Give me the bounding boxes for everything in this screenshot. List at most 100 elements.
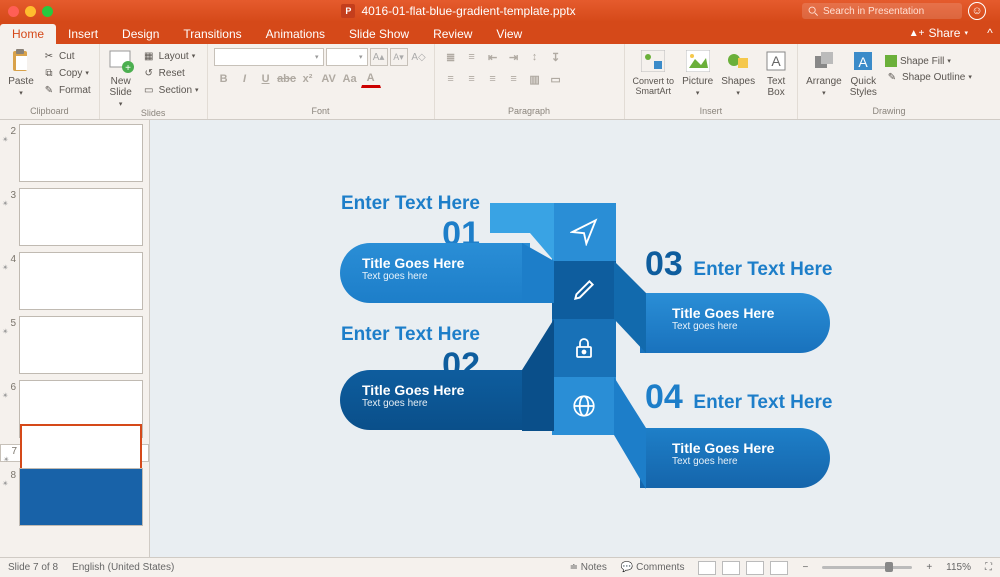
plane-icon	[552, 203, 616, 261]
tab-animations[interactable]: Animations	[254, 24, 337, 44]
group-label: Paragraph	[435, 106, 624, 119]
ribbon: Paste▾ ✂Cut ⧉Copy▾ ✎Format Clipboard + N…	[0, 44, 1000, 120]
strike-button[interactable]: abc	[277, 70, 297, 88]
window-controls[interactable]	[0, 6, 61, 17]
bold-button[interactable]: B	[214, 70, 234, 88]
svg-text:A: A	[771, 53, 781, 69]
decrease-font-button[interactable]: A▾	[390, 48, 408, 66]
language-label[interactable]: English (United States)	[72, 562, 174, 573]
comments-button[interactable]: 💬 Comments	[621, 562, 685, 573]
font-size-select[interactable]: ▾	[326, 48, 368, 66]
numbering-button[interactable]: ≡	[462, 48, 482, 66]
thumbnail-4[interactable]: 4✴	[0, 252, 149, 310]
tab-design[interactable]: Design	[110, 24, 171, 44]
group-clipboard: Paste▾ ✂Cut ⧉Copy▾ ✎Format Clipboard	[0, 44, 100, 119]
pill-04[interactable]: Title Goes HereText goes here	[640, 428, 830, 488]
indent-button[interactable]: ⇥	[504, 48, 524, 66]
tab-view[interactable]: View	[484, 24, 534, 44]
change-case-button[interactable]: Aa	[340, 70, 360, 88]
outdent-button[interactable]: ⇤	[483, 48, 503, 66]
search-placeholder: Search in Presentation	[823, 6, 924, 17]
fit-button[interactable]: ⛶	[985, 562, 992, 573]
pill-01[interactable]: Title Goes HereText goes here	[340, 243, 530, 303]
line-spacing-button[interactable]: ↕	[525, 48, 545, 66]
clear-formatting-button[interactable]: A◇	[410, 48, 428, 66]
group-label: Clipboard	[0, 106, 99, 119]
tab-home[interactable]: Home	[0, 24, 56, 44]
shape-fill-button[interactable]: Shape Fill▾	[883, 54, 974, 68]
italic-button[interactable]: I	[235, 70, 255, 88]
zoom-out-button[interactable]: −	[802, 562, 808, 573]
close-button[interactable]	[8, 6, 19, 17]
zoom-slider[interactable]	[822, 566, 912, 569]
text-direction-button[interactable]: ↧	[546, 48, 566, 66]
cut-button[interactable]: ✂Cut	[40, 48, 93, 64]
document-title: P 4016-01-flat-blue-gradient-template.pp…	[121, 4, 796, 18]
caption-03[interactable]: 03 Enter Text Here	[645, 245, 832, 284]
zoom-in-button[interactable]: +	[926, 562, 932, 573]
justify-button[interactable]: ≡	[504, 70, 524, 88]
thumbnail-7[interactable]: 7✴	[0, 444, 149, 462]
globe-icon	[552, 377, 616, 435]
font-family-select[interactable]: ▾	[214, 48, 324, 66]
pencil-icon	[552, 261, 616, 319]
superscript-button[interactable]: x²	[298, 70, 318, 88]
group-label: Font	[208, 106, 434, 119]
smartart-button[interactable]: Convert to SmartArt	[631, 48, 677, 96]
char-spacing-button[interactable]: AV	[319, 70, 339, 88]
pill-03[interactable]: Title Goes HereText goes here	[640, 293, 830, 353]
minimize-button[interactable]	[25, 6, 36, 17]
notes-button[interactable]: ≐ Notes	[570, 562, 607, 573]
ribbon-collapse-button[interactable]: ^	[980, 26, 1000, 44]
thumbnail-3[interactable]: 3✴	[0, 188, 149, 246]
shapes-button[interactable]: Shapes▾	[719, 48, 757, 97]
view-buttons[interactable]	[698, 561, 788, 575]
layout-button[interactable]: ▦Layout▾	[140, 48, 201, 64]
increase-font-button[interactable]: A▴	[370, 48, 388, 66]
shape-outline-button[interactable]: ✎Shape Outline▾	[883, 69, 974, 85]
filename-label: 4016-01-flat-blue-gradient-template.pptx	[361, 4, 575, 18]
search-input[interactable]: Search in Presentation	[802, 3, 962, 19]
new-slide-button[interactable]: + New Slide▾	[106, 48, 136, 108]
font-color-button[interactable]: A	[361, 70, 381, 88]
pill-02[interactable]: Title Goes HereText goes here	[340, 370, 530, 430]
bullets-button[interactable]: ≣	[441, 48, 461, 66]
thumbnail-8[interactable]: 8✴	[0, 468, 149, 526]
thumbnail-2[interactable]: 2✴	[0, 124, 149, 182]
format-painter-button[interactable]: ✎Format	[40, 82, 93, 98]
zoom-button[interactable]	[42, 6, 53, 17]
picture-button[interactable]: Picture▾	[680, 48, 715, 97]
quick-styles-button[interactable]: AQuick Styles	[848, 48, 879, 98]
slide-canvas[interactable]: Enter Text Here 01 Title Goes HereText g…	[200, 138, 950, 538]
arrange-button[interactable]: Arrange▾	[804, 48, 844, 97]
textbox-button[interactable]: AText Box	[761, 48, 791, 98]
tab-review[interactable]: Review	[421, 24, 484, 44]
paste-button[interactable]: Paste▾	[6, 48, 36, 97]
tab-insert[interactable]: Insert	[56, 24, 110, 44]
underline-button[interactable]: U	[256, 70, 276, 88]
align-center-button[interactable]: ≡	[462, 70, 482, 88]
share-button[interactable]: ▲+Share▾	[897, 26, 980, 44]
caption-04[interactable]: 04 Enter Text Here	[645, 378, 832, 417]
group-paragraph: ≣ ≡ ⇤ ⇥ ↕ ↧ ≡ ≡ ≡ ≡ ▥ ▭ Paragraph	[435, 44, 625, 119]
join-01	[522, 243, 554, 303]
slide-editor[interactable]: Enter Text Here 01 Title Goes HereText g…	[150, 120, 1000, 557]
tab-slideshow[interactable]: Slide Show	[337, 24, 421, 44]
status-bar: Slide 7 of 8 English (United States) ≐ N…	[0, 557, 1000, 577]
thumbnail-panel[interactable]: 2✴ 3✴ 4✴ 5✴ 6✴ 7✴ 8✴	[0, 120, 150, 557]
thumbnail-5[interactable]: 5✴	[0, 316, 149, 374]
copy-button[interactable]: ⧉Copy▾	[40, 65, 93, 81]
align-text-button[interactable]: ▭	[546, 70, 566, 88]
slide-counter: Slide 7 of 8	[8, 562, 58, 573]
columns-button[interactable]: ▥	[525, 70, 545, 88]
section-button[interactable]: ▭Section▾	[140, 82, 201, 98]
join-04	[614, 377, 646, 489]
align-left-button[interactable]: ≡	[441, 70, 461, 88]
feedback-icon[interactable]: ☺	[968, 2, 986, 20]
tab-transitions[interactable]: Transitions	[171, 24, 253, 44]
group-slides: + New Slide▾ ▦Layout▾ ↺Reset ▭Section▾ S…	[100, 44, 208, 119]
zoom-level[interactable]: 115%	[946, 562, 971, 573]
svg-text:+: +	[125, 63, 131, 73]
reset-button[interactable]: ↺Reset	[140, 65, 201, 81]
align-right-button[interactable]: ≡	[483, 70, 503, 88]
